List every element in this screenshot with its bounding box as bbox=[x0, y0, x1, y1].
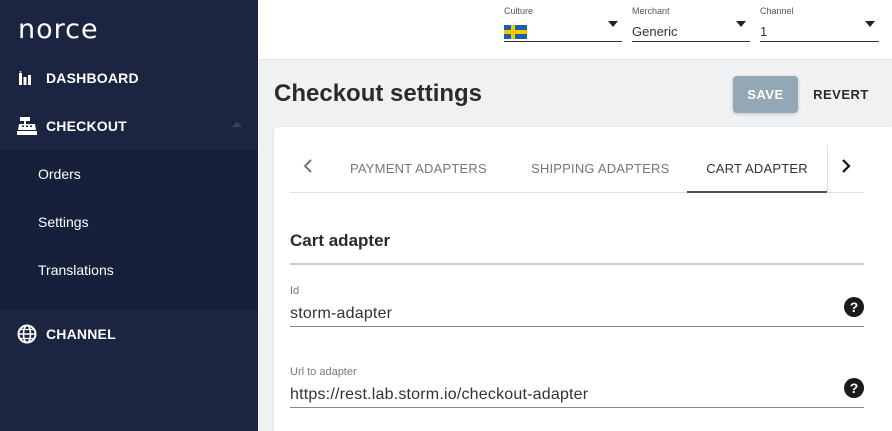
chevron-left-icon bbox=[303, 158, 313, 179]
section-title: Cart adapter bbox=[290, 231, 391, 250]
nav-item-dashboard[interactable]: DASHBOARD bbox=[0, 54, 258, 102]
chevron-up-icon bbox=[232, 122, 242, 127]
revert-button[interactable]: REVERT bbox=[810, 76, 872, 113]
culture-select[interactable]: Culture bbox=[504, 4, 622, 42]
sidebar-item-settings[interactable]: Settings bbox=[38, 214, 89, 230]
sidebar-item-orders[interactable]: Orders bbox=[38, 166, 81, 182]
bar-chart-icon bbox=[16, 71, 38, 85]
id-field[interactable]: Id storm-adapter ? bbox=[290, 285, 864, 327]
globe-icon bbox=[16, 324, 38, 344]
culture-caption: Culture bbox=[504, 6, 534, 16]
nav-label-dashboard: DASHBOARD bbox=[46, 70, 139, 86]
norce-logo[interactable]: norce bbox=[18, 14, 99, 45]
id-field-value[interactable]: storm-adapter bbox=[290, 305, 392, 323]
id-field-label: Id bbox=[290, 285, 300, 297]
adapter-tabs: PAYMENT ADAPTERS SHIPPING ADAPTERS CART … bbox=[290, 145, 864, 193]
chevron-right-icon bbox=[841, 158, 851, 179]
sidebar: norce DASHBOARD CHECKOUT Orders Settings… bbox=[0, 0, 258, 431]
dropdown-arrow-icon bbox=[736, 21, 746, 27]
merchant-select[interactable]: Merchant Generic bbox=[632, 4, 750, 42]
logo-text: norce bbox=[18, 14, 99, 45]
save-button[interactable]: SAVE bbox=[733, 76, 798, 113]
tab-cart-adapter[interactable]: CART ADAPTER bbox=[687, 145, 827, 193]
help-icon[interactable]: ? bbox=[844, 378, 864, 398]
url-field[interactable]: Url to adapter https://rest.lab.storm.io… bbox=[290, 366, 864, 408]
page-title: Checkout settings bbox=[274, 80, 483, 107]
nav-item-channel[interactable]: CHANNEL bbox=[0, 310, 258, 358]
channel-value: 1 bbox=[760, 24, 768, 39]
top-bar: Culture Merchant Generic Channel 1 bbox=[258, 0, 892, 60]
tab-scroll-right-button[interactable] bbox=[827, 145, 864, 192]
url-field-label: Url to adapter bbox=[290, 366, 357, 378]
tab-shipping-adapters[interactable]: SHIPPING ADAPTERS bbox=[531, 145, 670, 192]
swedish-flag-icon bbox=[504, 25, 527, 39]
merchant-value: Generic bbox=[632, 24, 678, 39]
help-icon[interactable]: ? bbox=[844, 297, 864, 317]
section-divider bbox=[290, 263, 864, 265]
sidebar-item-translations[interactable]: Translations bbox=[38, 262, 114, 278]
channel-caption: Channel bbox=[760, 6, 794, 16]
checkout-submenu: Orders Settings Translations bbox=[0, 150, 258, 310]
tab-payment-adapters[interactable]: PAYMENT ADAPTERS bbox=[350, 145, 487, 192]
channel-select[interactable]: Channel 1 bbox=[760, 4, 879, 42]
url-field-value[interactable]: https://rest.lab.storm.io/checkout-adapt… bbox=[290, 386, 588, 404]
dropdown-arrow-icon bbox=[865, 21, 875, 27]
nav-item-checkout[interactable]: CHECKOUT bbox=[0, 102, 258, 150]
nav-label-checkout: CHECKOUT bbox=[46, 118, 127, 134]
cash-register-icon bbox=[16, 117, 38, 135]
dropdown-arrow-icon bbox=[608, 21, 618, 27]
nav-label-channel: CHANNEL bbox=[46, 326, 116, 342]
tab-scroll-left-button[interactable] bbox=[290, 145, 326, 192]
settings-card: PAYMENT ADAPTERS SHIPPING ADAPTERS CART … bbox=[274, 127, 892, 431]
merchant-caption: Merchant bbox=[632, 6, 670, 16]
